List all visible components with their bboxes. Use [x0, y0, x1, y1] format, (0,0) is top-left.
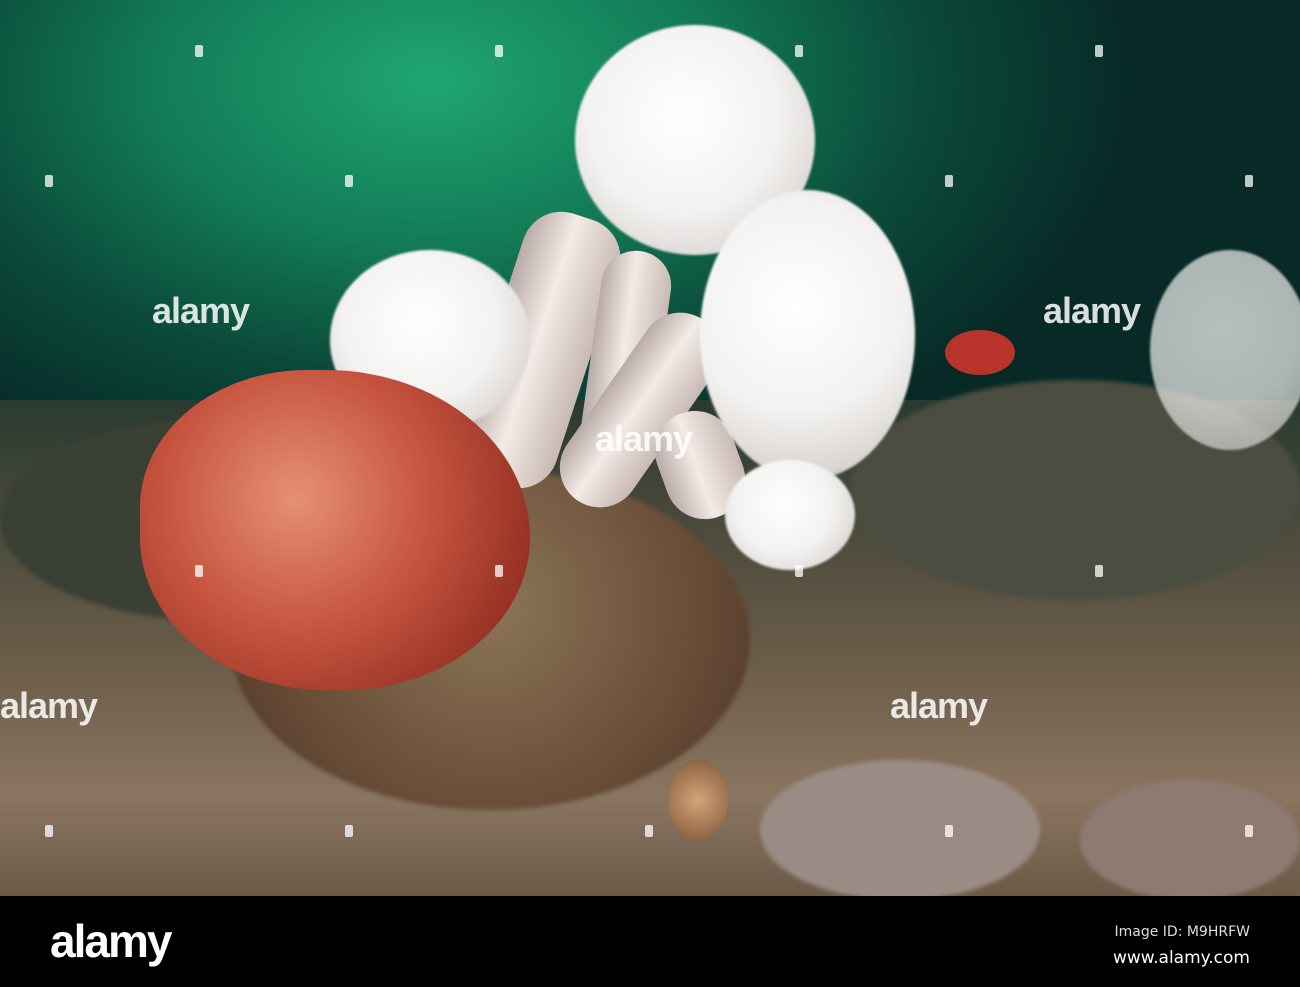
- watermark-dot: [195, 45, 203, 57]
- watermark-dot: [345, 175, 353, 187]
- rock: [760, 760, 1040, 896]
- site-url: www.alamy.com: [1112, 948, 1250, 968]
- watermark-dot: [1245, 825, 1253, 837]
- anemone-background: [1150, 250, 1300, 450]
- rock: [1080, 780, 1300, 896]
- watermark-dot: [195, 565, 203, 577]
- watermark-dot: [1095, 45, 1103, 57]
- watermark-dot: [345, 825, 353, 837]
- rockfish-small: [668, 760, 728, 840]
- watermark-dot: [945, 825, 953, 837]
- watermark-dot: [645, 825, 653, 837]
- watermark-dot: [795, 45, 803, 57]
- anemone-head: [700, 190, 915, 480]
- watermark-dot: [1245, 175, 1253, 187]
- watermark: alamy: [890, 685, 988, 726]
- watermark: alamy: [152, 290, 250, 331]
- watermark-dot: [1095, 565, 1103, 577]
- watermark: alamy: [1043, 290, 1141, 331]
- watermark: alamy: [0, 685, 98, 726]
- watermark-dot: [795, 565, 803, 577]
- underwater-photo: alamy alamy alamy alamy alamy: [0, 0, 1300, 896]
- watermark-dot: [45, 825, 53, 837]
- footer-bar: alamy Image ID: M9HRFW www.alamy.com: [0, 896, 1300, 987]
- watermark: alamy: [595, 418, 693, 459]
- image-id: Image ID: M9HRFW: [1114, 924, 1250, 940]
- watermark-dot: [45, 175, 53, 187]
- anemone-head: [725, 460, 855, 570]
- watermark-dot: [495, 565, 503, 577]
- watermark-dot: [945, 175, 953, 187]
- watermark-dot: [495, 45, 503, 57]
- alamy-logo: alamy: [50, 915, 172, 967]
- rockfish-red: [945, 330, 1015, 375]
